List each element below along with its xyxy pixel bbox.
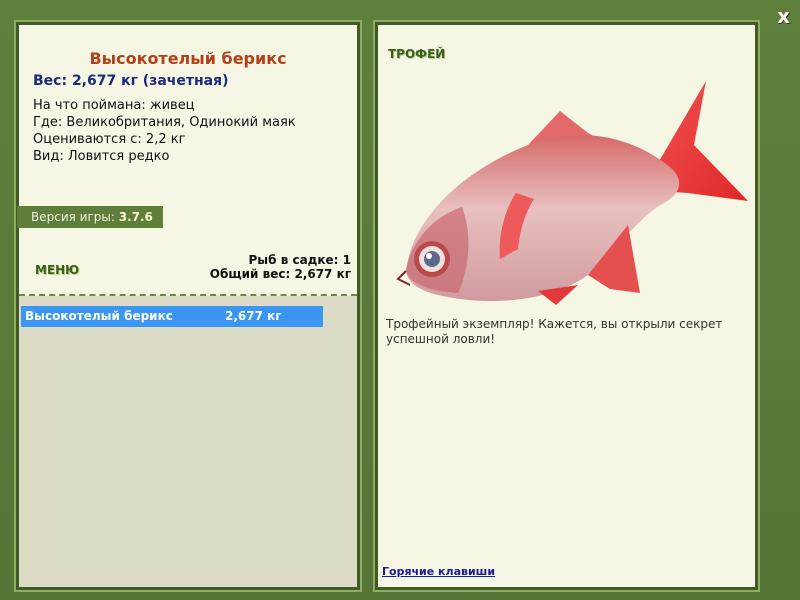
fish-image [396,81,748,305]
fish-weight: Вес: 2,677 кг (зачетная) [33,73,229,89]
fish-info-list: На что поймана: живец Где: Великобритани… [33,97,296,165]
menu-button[interactable]: МЕНЮ [35,263,79,277]
close-icon[interactable]: x [777,4,790,28]
left-panel: Высокотелый берикс Вес: 2,677 кг (зачетн… [14,20,362,592]
info-species: Вид: Ловится редко [33,149,170,164]
version-label: Версия игры: [31,210,115,224]
game-window: x Высокотелый берикс Вес: 2,677 кг (заче… [0,0,800,600]
right-panel: ТРОФЕЙ Трофейный экземпляр! Кажется, вы … [373,20,760,592]
keepnet-row-weight: 2,677 кг [225,309,282,323]
info-location: Где: Великобритания, Одинокий маяк [33,115,296,130]
version-value: 3.7.6 [118,210,153,224]
hotkeys-link[interactable]: Горячие клавиши [382,565,495,578]
keepnet-count: Рыб в садке: 1 [248,253,352,267]
version-badge: Версия игры: 3.7.6 [17,206,163,228]
keepnet-total-weight: Общий вес: 2,677 кг [209,267,351,281]
keepnet-stats: Рыб в садке: 1 Общий вес: 2,677 кг [210,253,351,281]
info-rated-from: Оцениваются с: 2,2 кг [33,132,186,147]
fish-title: Высокотелый берикс [89,49,287,68]
info-bait: На что поймана: живец [33,98,195,113]
keepnet-row[interactable]: Высокотелый берикс 2,677 кг [21,306,323,327]
fish-info-card: Высокотелый берикс Вес: 2,677 кг (зачетн… [17,25,357,296]
keepnet-row-name: Высокотелый берикс [25,309,173,323]
trophy-description: Трофейный экземпляр! Кажется, вы открыли… [386,317,723,346]
